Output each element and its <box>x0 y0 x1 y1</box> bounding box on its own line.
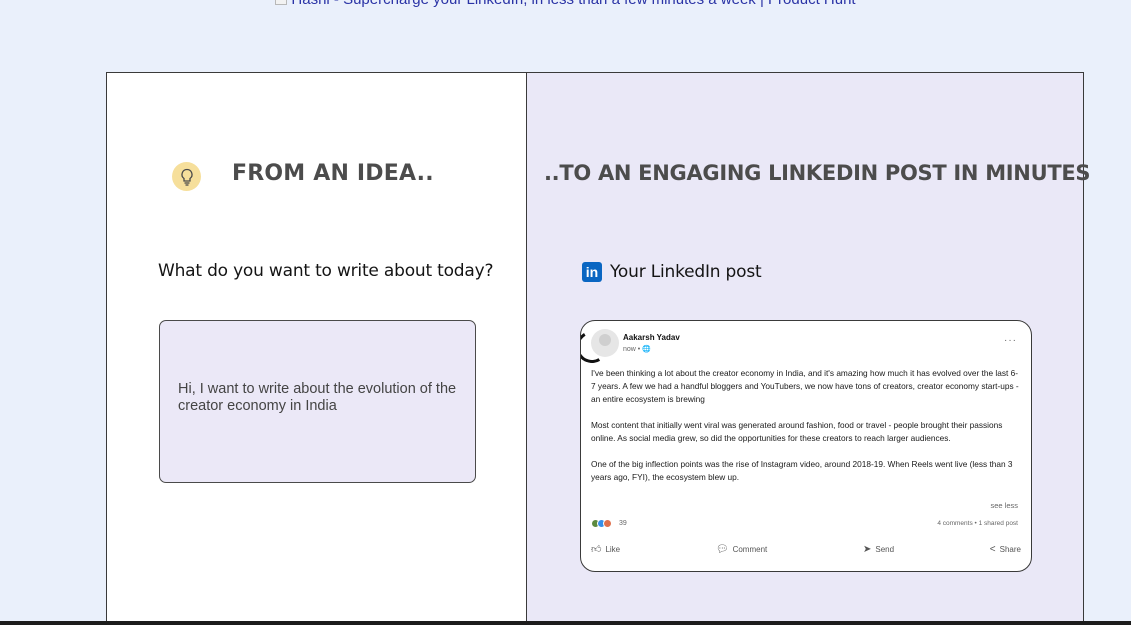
reaction-count: 39 <box>619 520 627 527</box>
comment-icon: 💬︎ <box>715 543 729 555</box>
linkedin-label-row: in Your LinkedIn post <box>582 262 762 282</box>
post-author[interactable]: Aakarsh Yadav <box>623 333 680 342</box>
post-actions: 👍︎ Like 💬︎ Comment ➤ Send < Share <box>591 543 1021 556</box>
idea-panel: FROM AN IDEA.. What do you want to write… <box>107 73 527 625</box>
lightbulb-icon <box>172 162 201 191</box>
post-stats[interactable]: 4 comments • 1 shared post <box>937 520 1018 527</box>
comparison-frame: FROM AN IDEA.. What do you want to write… <box>106 72 1091 625</box>
idea-heading: FROM AN IDEA.. <box>232 161 434 186</box>
result-heading: ..TO AN ENGAGING LINKEDIN POST IN MINUTE… <box>544 161 1091 185</box>
share-button[interactable]: < Share <box>990 543 1021 555</box>
thumbs-up-icon: 👍︎ <box>591 544 602 555</box>
linkedin-post-card: Aakarsh Yadav now • 🌐 ··· I've been thin… <box>580 320 1032 572</box>
see-less-link[interactable]: see less <box>990 501 1018 510</box>
send-icon: ➤ <box>862 543 872 555</box>
more-options-icon[interactable]: ··· <box>1004 335 1017 346</box>
post-timestamp: now • 🌐 <box>623 346 651 353</box>
result-panel: ..TO AN ENGAGING LINKEDIN POST IN MINUTE… <box>527 73 1091 625</box>
broken-image-icon <box>275 0 288 5</box>
comment-button[interactable]: 💬︎ Comment <box>716 543 767 555</box>
post-paragraph: One of the big inflection points was the… <box>591 459 1013 482</box>
post-body: I've been thinking a lot about the creat… <box>591 367 1021 497</box>
like-label: Like <box>605 544 621 554</box>
reaction-icons <box>591 519 612 528</box>
lightbulb-glyph <box>180 168 193 186</box>
reactions-summary[interactable]: 39 <box>591 519 627 528</box>
love-reaction-icon <box>603 519 612 528</box>
like-button[interactable]: 👍︎ Like <box>591 543 620 555</box>
send-label: Send <box>875 544 895 554</box>
share-icon: < <box>989 543 996 555</box>
product-hunt-banner[interactable]: Hashi - Supercharge your LinkedIn, in le… <box>0 0 1131 8</box>
prompt-label: What do you want to write about today? <box>158 261 494 281</box>
post-paragraph: I've been thinking a lot about the creat… <box>591 368 1019 404</box>
idea-textarea[interactable]: Hi, I want to write about the evolution … <box>159 320 476 483</box>
comment-label: Comment <box>732 544 768 554</box>
banner-alt-text[interactable]: Hashi - Supercharge your LinkedIn, in le… <box>291 0 855 8</box>
bottom-divider <box>0 621 1131 625</box>
send-button[interactable]: ➤ Send <box>863 543 894 555</box>
share-label: Share <box>999 544 1021 554</box>
post-paragraph: Most content that initially went viral w… <box>591 420 1003 443</box>
linkedin-label: Your LinkedIn post <box>610 262 762 282</box>
linkedin-icon: in <box>582 262 602 282</box>
